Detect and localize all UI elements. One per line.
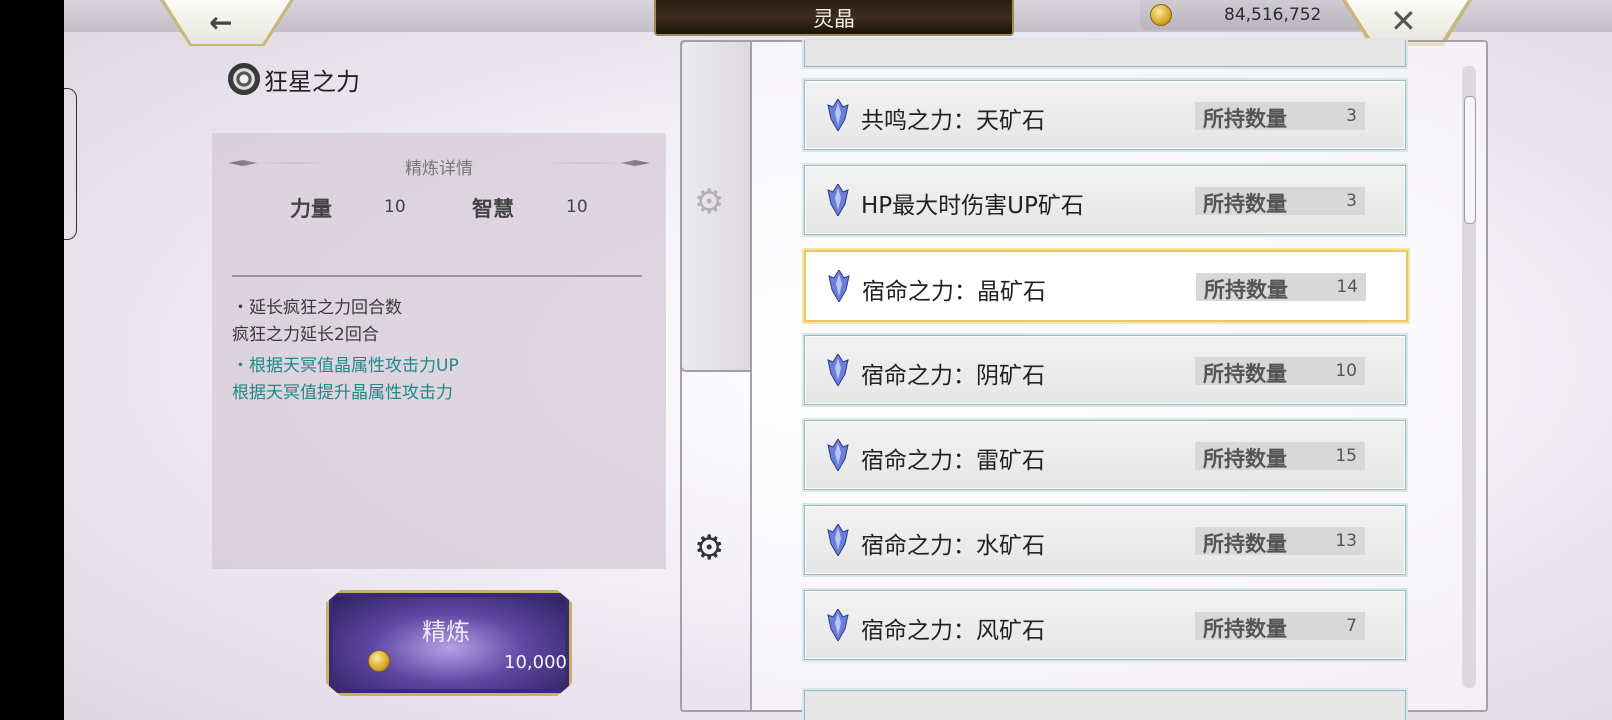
- gold-coin-icon: [368, 650, 390, 672]
- crystal-list-item[interactable]: 宿命之力：晶矿石 所持数量 14: [804, 250, 1408, 322]
- scrollbar-thumb[interactable]: [1464, 96, 1476, 224]
- item-name: 宿命之力：水矿石: [861, 533, 1045, 559]
- stat-value-strength: 10: [384, 197, 406, 217]
- crystal-list-item[interactable]: HP最大时伤害UP矿石 所持数量 3: [804, 165, 1406, 235]
- skill-name: 狂星之力: [264, 68, 360, 96]
- item-name: HP最大时伤害UP矿石: [861, 193, 1084, 219]
- owned-quantity-count: 3: [1346, 191, 1357, 211]
- blue-crystal-icon: [827, 609, 849, 641]
- skill-emblem-icon: [228, 63, 260, 95]
- refine-button-label[interactable]: 精炼: [326, 612, 566, 647]
- blue-crystal-icon: [827, 354, 849, 386]
- owned-quantity-box: 所持数量 7: [1195, 612, 1365, 641]
- owned-quantity-label: 所持数量: [1203, 362, 1287, 386]
- effect-title-2: ・根据天冥值晶属性攻击力UP: [232, 356, 459, 376]
- owned-quantity-label: 所持数量: [1204, 278, 1288, 302]
- refine-cost: 10,000: [504, 652, 567, 673]
- owned-quantity-count: 3: [1346, 106, 1357, 126]
- owned-quantity-label: 所持数量: [1203, 617, 1287, 641]
- back-arrow-icon[interactable]: ←: [209, 6, 232, 39]
- owned-quantity-count: 14: [1336, 277, 1358, 297]
- gold-amount: 84,516,752: [1224, 5, 1322, 25]
- owned-quantity-label: 所持数量: [1203, 447, 1287, 471]
- list-item-partial[interactable]: [804, 40, 1406, 67]
- gear-plus-icon[interactable]: ⚙: [694, 182, 724, 222]
- blue-crystal-icon: [827, 524, 849, 556]
- blue-crystal-icon: [828, 270, 850, 302]
- effect-desc-1: 疯狂之力延长2回合: [232, 325, 379, 345]
- crystal-list-item[interactable]: 宿命之力：水矿石 所持数量 13: [804, 505, 1406, 575]
- effect-title-1: ・延长疯狂之力回合数: [232, 298, 402, 318]
- owned-quantity-box: 所持数量 3: [1195, 102, 1365, 131]
- stat-label-wisdom: 智慧: [472, 197, 514, 221]
- stat-value-wisdom: 10: [566, 197, 588, 217]
- item-name: 宿命之力：阴矿石: [861, 363, 1045, 389]
- owned-quantity-count: 10: [1335, 361, 1357, 381]
- blue-crystal-icon: [827, 439, 849, 471]
- owned-quantity-label: 所持数量: [1203, 192, 1287, 216]
- blue-crystal-icon: [827, 99, 849, 131]
- owned-quantity-label: 所持数量: [1203, 532, 1287, 556]
- owned-quantity-count: 13: [1335, 531, 1357, 551]
- item-name: 宿命之力：雷矿石: [861, 448, 1045, 474]
- owned-quantity-label: 所持数量: [1203, 107, 1287, 131]
- item-name: 共鸣之力：天矿石: [861, 108, 1045, 134]
- blue-crystal-icon: [827, 184, 849, 216]
- crystal-list-item[interactable]: 宿命之力：阴矿石 所持数量 10: [804, 335, 1406, 405]
- list-item-partial[interactable]: [804, 690, 1406, 720]
- owned-quantity-box: 所持数量 15: [1195, 442, 1365, 471]
- owned-quantity-box: 所持数量 10: [1195, 357, 1365, 386]
- crystal-list-item[interactable]: 共鸣之力：天矿石 所持数量 3: [804, 80, 1406, 150]
- item-name: 宿命之力：晶矿石: [862, 279, 1046, 305]
- gold-coin-icon: [1150, 4, 1172, 26]
- detail-divider: [232, 275, 642, 277]
- page-title: 灵晶: [813, 7, 855, 31]
- game-screen: ← 灵晶 84,516,752 ✕ 狂星之力 精炼详情 力量 10 智慧 10 …: [64, 0, 1612, 720]
- device-notch: [64, 88, 77, 240]
- crystal-list-item[interactable]: 宿命之力：风矿石 所持数量 7: [804, 590, 1406, 660]
- effect-desc-2: 根据天冥值提升晶属性攻击力: [232, 383, 453, 403]
- owned-quantity-count: 15: [1335, 446, 1357, 466]
- refine-detail-panel: [212, 133, 666, 569]
- gear-up-icon[interactable]: ⚙: [694, 528, 724, 568]
- owned-quantity-count: 7: [1346, 616, 1357, 636]
- crystal-list-item[interactable]: 宿命之力：雷矿石 所持数量 15: [804, 420, 1406, 490]
- stat-label-strength: 力量: [290, 197, 332, 221]
- owned-quantity-box: 所持数量 14: [1196, 273, 1366, 302]
- owned-quantity-box: 所持数量 13: [1195, 527, 1365, 556]
- close-icon[interactable]: ✕: [1390, 2, 1417, 40]
- item-name: 宿命之力：风矿石: [861, 618, 1045, 644]
- refine-detail-heading: 精炼详情: [405, 159, 473, 179]
- owned-quantity-box: 所持数量 3: [1195, 187, 1365, 216]
- title-plate: 灵晶: [654, 0, 1014, 36]
